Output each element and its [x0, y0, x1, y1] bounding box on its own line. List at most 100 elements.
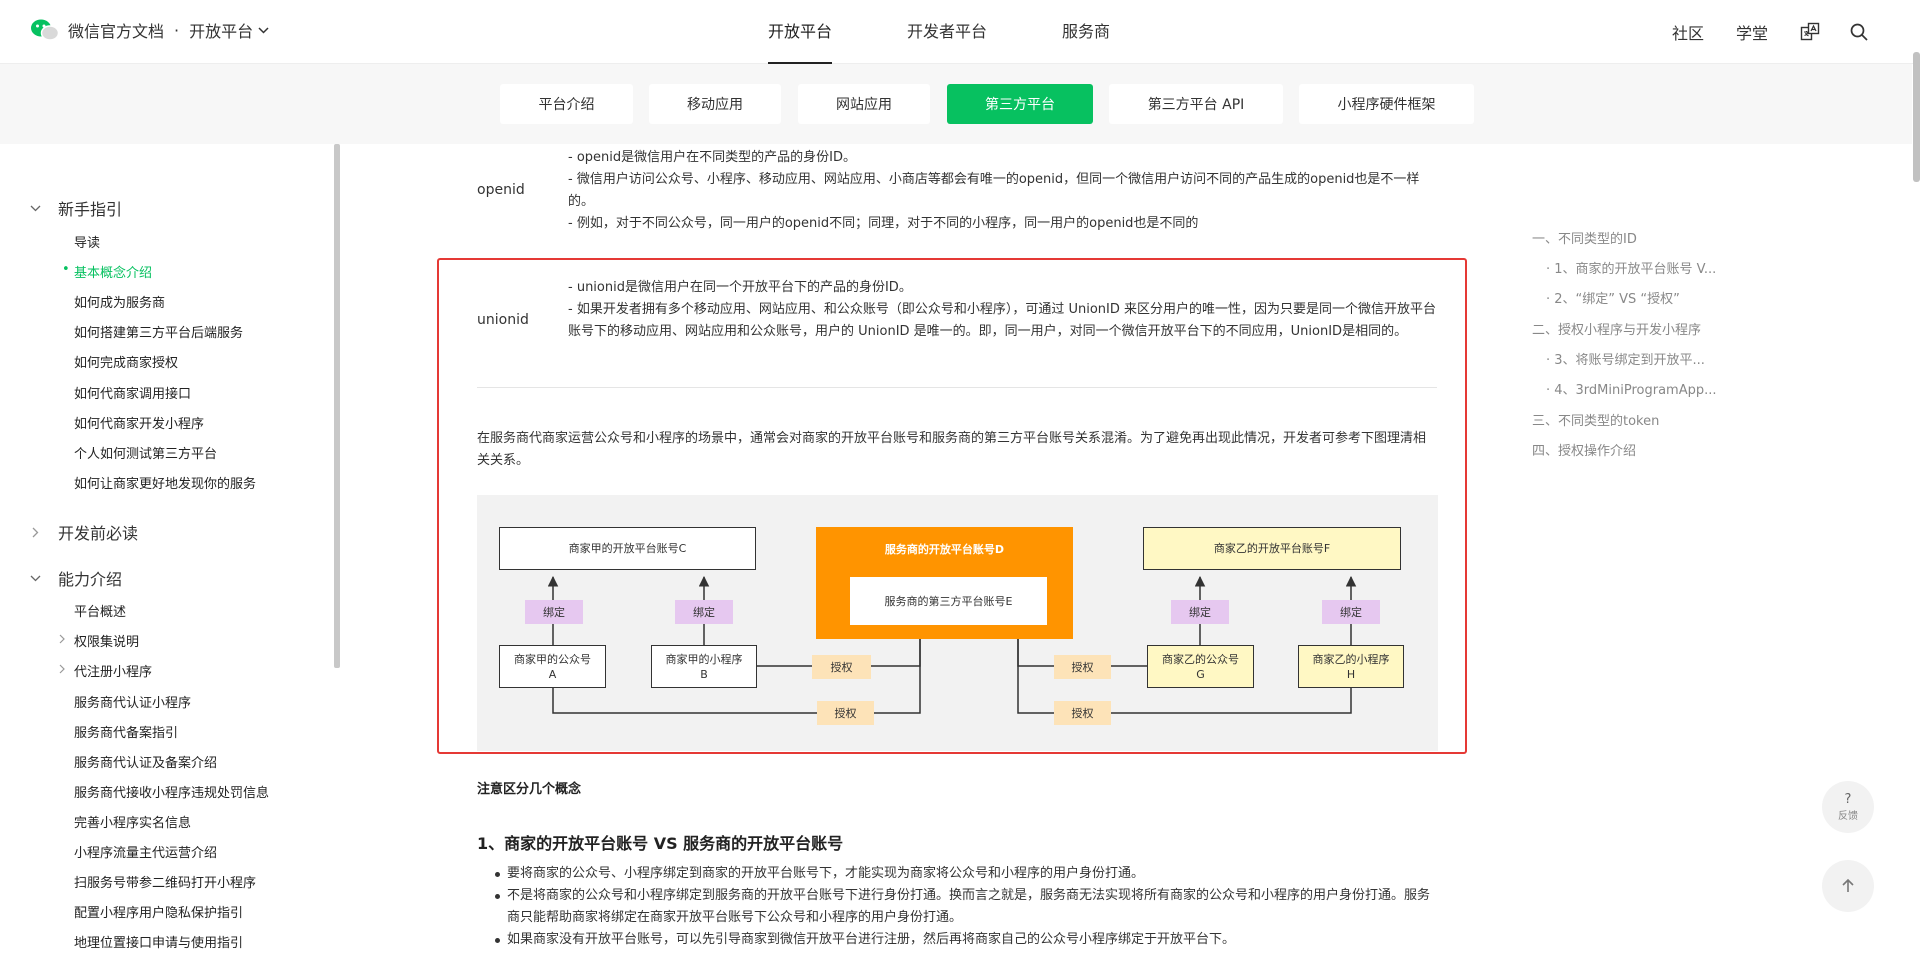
chevron-down-icon	[30, 205, 42, 212]
sidebar-item[interactable]: 地理位置接口申请与使用指引	[74, 932, 243, 951]
sidebar-item[interactable]: 如何代商家调用接口	[74, 383, 191, 402]
tab-mini-program-hardware[interactable]: 小程序硬件框架	[1299, 84, 1474, 124]
nav-developer-platform[interactable]: 开发者平台	[907, 0, 987, 64]
sidebar-item-expandable[interactable]: 代注册小程序	[59, 661, 153, 680]
sidebar-item[interactable]: 如何搭建第三方平台后端服务	[74, 322, 243, 341]
sidebar-item[interactable]: 服务商代认证小程序	[74, 692, 191, 711]
toc-item[interactable]: · 4、3rdMiniProgramApp...	[1546, 379, 1717, 398]
tab-platform-intro[interactable]: 平台介绍	[500, 84, 633, 124]
sidebar-section-label: 开发前必读	[58, 524, 139, 543]
section-heading: 1、商家的开放平台账号 VS 服务商的开放平台账号	[477, 834, 844, 853]
platform-switch[interactable]: 开放平台	[189, 18, 269, 42]
tab-third-party-api[interactable]: 第三方平台 API	[1109, 84, 1283, 124]
sidebar-section-abilities[interactable]: 能力介绍	[30, 566, 122, 590]
academy-link[interactable]: 学堂	[1736, 20, 1768, 44]
auth-label: 授权	[817, 701, 874, 725]
feedback-button[interactable]: ? 反馈	[1822, 781, 1874, 833]
openid-line: - 例如，对于不同公众号，同一用户的openid不同；同理，对于不同的小程序，同…	[568, 216, 1199, 231]
back-to-top-button[interactable]	[1822, 860, 1874, 912]
sidebar-item[interactable]: 如何代商家开发小程序	[74, 413, 204, 432]
arrow-up-icon	[1842, 878, 1854, 892]
divider	[477, 387, 1437, 388]
sidebar-item[interactable]: 导读	[74, 232, 100, 251]
merchant-a-official-account: 商家甲的公众号 A	[499, 645, 606, 688]
sidebar-item[interactable]: 如何成为服务商	[74, 292, 165, 311]
chevron-down-icon	[258, 26, 269, 34]
toc-item[interactable]: 三、不同类型的token	[1532, 410, 1659, 429]
toc-item[interactable]: · 2、“绑定” VS “授权”	[1546, 288, 1680, 307]
sidebar-item[interactable]: 如何让商家更好地发现你的服务	[74, 473, 256, 492]
sidebar-item-label: 权限集说明	[74, 635, 140, 650]
tab-third-party-platform[interactable]: 第三方平台	[947, 84, 1093, 124]
toc-item[interactable]: 四、授权操作介绍	[1532, 440, 1636, 459]
chevron-down-icon	[30, 575, 42, 582]
sidebar-item-active[interactable]: 基本概念介绍	[62, 262, 152, 281]
openid-term: openid	[477, 182, 525, 198]
unionid-line: - unionid是微信用户在同一个开放平台下的产品的身份ID。	[568, 280, 912, 295]
sidebar-section-label: 能力介绍	[58, 570, 123, 589]
sidebar-item[interactable]: 服务商代接收小程序违规处罚信息	[74, 782, 269, 801]
sidebar-item[interactable]: 完善小程序实名信息	[74, 812, 191, 831]
nav-service-provider[interactable]: 服务商	[1062, 0, 1110, 64]
openid-line: - 微信用户访问公众号、小程序、移动应用、网站应用、小商店等都会有唯一的open…	[568, 172, 1420, 209]
top-nav: 开放平台 开发者平台 服务商	[768, 0, 1185, 64]
toc-item[interactable]: 一、不同类型的ID	[1532, 228, 1637, 247]
logo-separator: ·	[174, 20, 180, 40]
list-item: 如果商家没有开放平台账号，可以先引导商家到微信开放平台进行注册，然后再将商家自己…	[495, 929, 1440, 951]
auth-label: 授权	[1054, 701, 1111, 725]
provider-open-account-d-label: 服务商的开放平台账号D	[884, 543, 1005, 556]
chevron-right-icon	[30, 527, 42, 538]
note-heading: 注意区分几个概念	[477, 782, 582, 797]
bind-label: 绑定	[525, 600, 583, 624]
list-item: 不是将商家的公众号和小程序绑定到服务商的开放平台账号下进行身份打通。换而言之就是…	[495, 885, 1440, 929]
tab-website-app[interactable]: 网站应用	[798, 84, 930, 124]
platform-switch-label: 开放平台	[189, 22, 254, 41]
sidebar-item[interactable]: 扫服务号带参二维码打开小程序	[74, 872, 256, 891]
sub-nav: 平台介绍 移动应用 网站应用 第三方平台 第三方平台 API 小程序硬件框架	[0, 64, 1912, 144]
sidebar-section-beginner[interactable]: 新手指引	[30, 196, 122, 220]
toc-item[interactable]: 二、授权小程序与开发小程序	[1532, 319, 1701, 338]
tab-mobile-app[interactable]: 移动应用	[649, 84, 781, 124]
search-icon[interactable]	[1850, 23, 1868, 41]
sidebar-section-before-dev[interactable]: 开发前必读	[30, 520, 138, 544]
question-icon: ?	[1844, 791, 1852, 807]
intro-paragraph: 在服务商代商家运营公众号和小程序的场景中，通常会对商家的开放平台账号和服务商的第…	[477, 431, 1427, 468]
sidebar-item-expandable[interactable]: 权限集说明	[59, 631, 140, 650]
unionid-definition: - unionid是微信用户在同一个开放平台下的产品的身份ID。 - 如果开发者…	[568, 277, 1443, 343]
page-scrollbar[interactable]	[1913, 52, 1920, 182]
merchant-b-official-account: 商家乙的公众号 G	[1147, 645, 1254, 688]
sidebar-item[interactable]: 服务商代认证及备案介绍	[74, 752, 217, 771]
relationship-diagram: 商家甲的开放平台账号C 服务商的开放平台账号D 服务商的第三方平台账号E 商家乙…	[477, 495, 1438, 751]
main-content: openid - openid是微信用户在不同类型的产品的身份ID。 - 微信用…	[340, 144, 1490, 953]
merchant-a-open-account-c: 商家甲的开放平台账号C	[499, 527, 756, 570]
nav-open-platform[interactable]: 开放平台	[768, 0, 833, 64]
sidebar-item[interactable]: 小程序流量主代运营介绍	[74, 842, 217, 861]
sidebar-section-label: 新手指引	[58, 200, 123, 219]
sidebar-item[interactable]: 配置小程序用户隐私保护指引	[74, 902, 243, 921]
merchant-b-open-account-f: 商家乙的开放平台账号F	[1143, 527, 1401, 570]
translate-icon[interactable]	[1800, 22, 1820, 42]
sidebar-item[interactable]: 服务商代备案指引	[74, 722, 178, 741]
top-header: 微信官方文档 · 开放平台 开放平台 开发者平台 服务商 社区 学堂	[0, 0, 1920, 64]
unionid-line: - 如果开发者拥有多个移动应用、网站应用、和公众账号（即公众号和小程序），可通过…	[568, 302, 1436, 339]
provider-third-party-account-e: 服务商的第三方平台账号E	[850, 577, 1047, 625]
openid-definition: - openid是微信用户在不同类型的产品的身份ID。 - 微信用户访问公众号、…	[568, 147, 1443, 235]
community-link[interactable]: 社区	[1672, 20, 1704, 44]
chevron-right-icon	[59, 634, 65, 644]
sidebar: 新手指引 导读 基本概念介绍 如何成为服务商 如何搭建第三方平台后端服务 如何完…	[0, 144, 332, 953]
logo-text: 微信官方文档	[68, 22, 165, 41]
logo[interactable]: 微信官方文档 · 开放平台	[30, 18, 269, 42]
sidebar-item-label: 代注册小程序	[74, 665, 153, 680]
merchant-a-mini-program: 商家甲的小程序 B	[651, 645, 757, 688]
toc-item[interactable]: · 1、商家的开放平台账号 V...	[1546, 258, 1716, 277]
bind-label: 绑定	[1171, 600, 1229, 624]
toc-item[interactable]: · 3、将账号绑定到开放平...	[1546, 349, 1705, 368]
bind-label: 绑定	[675, 600, 733, 624]
sidebar-item[interactable]: 如何完成商家授权	[74, 352, 178, 371]
merchant-b-mini-program: 商家乙的小程序 H	[1298, 645, 1404, 688]
list-item: 要将商家的公众号、小程序绑定到商家的开放平台账号下，才能实现为商家将公众号和小程…	[495, 863, 1440, 885]
chevron-right-icon	[59, 664, 65, 674]
sidebar-item[interactable]: 个人如何测试第三方平台	[74, 443, 217, 462]
auth-label: 授权	[812, 655, 871, 679]
sidebar-item[interactable]: 平台概述	[74, 601, 126, 620]
